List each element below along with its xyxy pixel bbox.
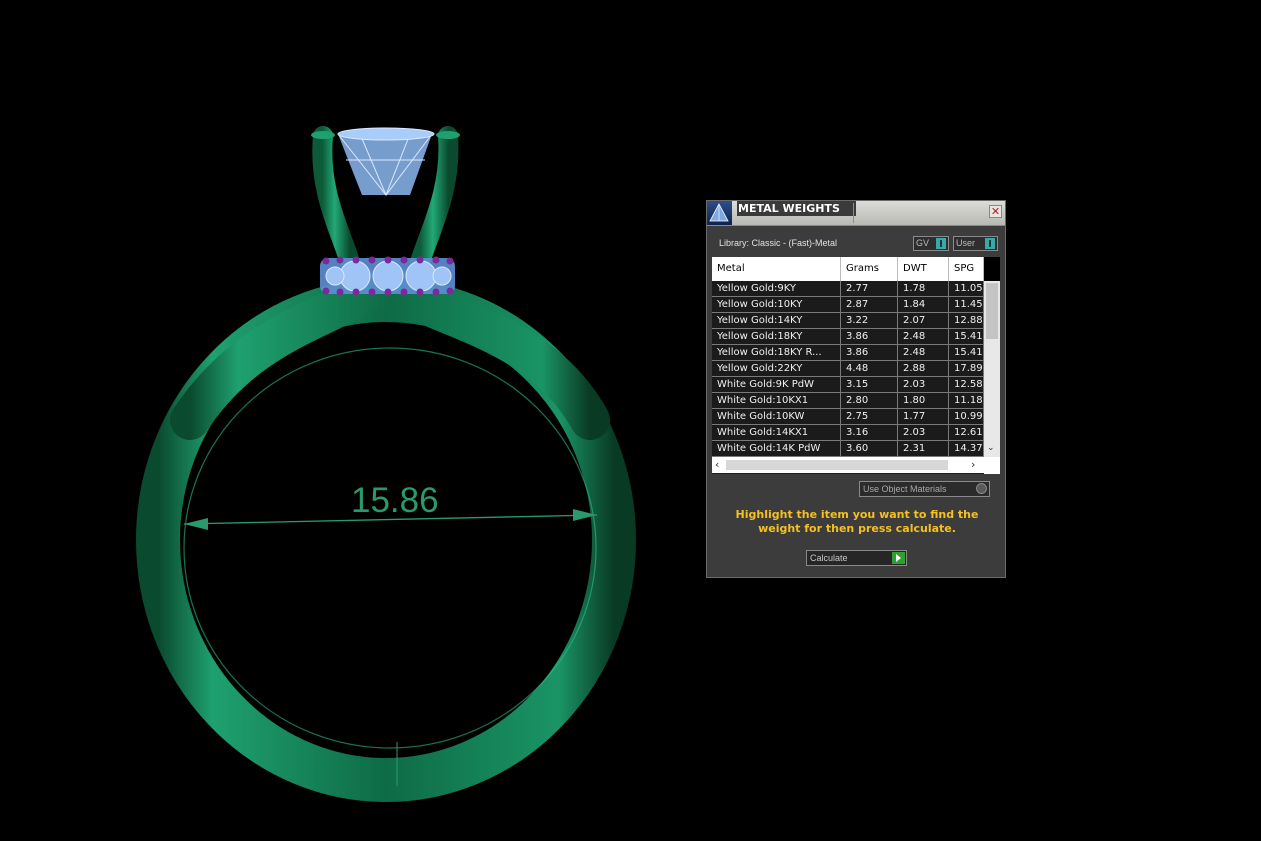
table-cell: 2.75 bbox=[841, 409, 898, 424]
table-row[interactable]: Yellow Gold:22KY 4.48 2.88 17.89 bbox=[712, 361, 984, 377]
table-row[interactable]: Yellow Gold:18KY R... 3.86 2.48 15.41 bbox=[712, 345, 984, 361]
play-icon bbox=[892, 552, 905, 564]
gv-toggle[interactable]: GV bbox=[913, 236, 949, 251]
ring-render bbox=[136, 126, 636, 802]
table-row[interactable]: Yellow Gold:9KY 2.77 1.78 11.05 bbox=[712, 281, 984, 297]
ring-shank bbox=[136, 270, 636, 802]
table-cell: 2.07 bbox=[898, 313, 949, 328]
table-cell: Yellow Gold:22KY bbox=[712, 361, 841, 376]
user-toggle[interactable]: User bbox=[953, 236, 998, 251]
table-cell: White Gold:14K PdW bbox=[712, 441, 841, 456]
table-cell: 2.48 bbox=[898, 345, 949, 360]
library-label: Library: Classic - (Fast)-Metal bbox=[719, 238, 838, 248]
table-cell: 11.05 bbox=[949, 281, 984, 296]
table-cell: 2.48 bbox=[898, 329, 949, 344]
table-cell: 3.22 bbox=[841, 313, 898, 328]
table-header: Metal Grams DWT SPG bbox=[712, 257, 984, 281]
use-object-materials-label: Use Object Materials bbox=[863, 484, 947, 494]
table-cell: 15.41 bbox=[949, 329, 984, 344]
table-cell: 3.16 bbox=[841, 425, 898, 440]
column-header-metal[interactable]: Metal bbox=[712, 257, 841, 281]
table-cell: 2.03 bbox=[898, 425, 949, 440]
table-cell: 2.88 bbox=[898, 361, 949, 376]
table-cell: 2.87 bbox=[841, 297, 898, 312]
accent-stone-band bbox=[320, 256, 455, 296]
vertical-scrollbar[interactable]: ⌄ bbox=[984, 281, 1000, 457]
table-cell: 2.31 bbox=[898, 441, 949, 456]
table-cell: 1.84 bbox=[898, 297, 949, 312]
table-cell: Yellow Gold:18KY R... bbox=[712, 345, 841, 360]
center-stone bbox=[337, 127, 435, 197]
column-header-grams[interactable]: Grams bbox=[841, 257, 898, 281]
column-header-spg[interactable]: SPG bbox=[949, 257, 984, 281]
table-cell: Yellow Gold:14KY bbox=[712, 313, 841, 328]
use-object-materials-option[interactable]: Use Object Materials bbox=[859, 481, 990, 497]
table-cell: 2.77 bbox=[841, 281, 898, 296]
header-corner bbox=[984, 257, 1000, 281]
table-cell: Yellow Gold:10KY bbox=[712, 297, 841, 312]
table-cell: 12.61 bbox=[949, 425, 984, 440]
vertical-scroll-thumb[interactable] bbox=[986, 283, 998, 339]
table-cell: White Gold:14KX1 bbox=[712, 425, 841, 440]
close-button[interactable]: ✕ bbox=[989, 205, 1002, 218]
3d-viewport[interactable]: 15.86 bbox=[0, 0, 1261, 837]
table-row[interactable]: White Gold:9K PdW 3.15 2.03 12.58 bbox=[712, 377, 984, 393]
gv-label: GV bbox=[916, 238, 930, 248]
scroll-left-icon[interactable]: ‹ bbox=[715, 459, 719, 470]
title-divider bbox=[853, 203, 854, 223]
table-cell: 12.58 bbox=[949, 377, 984, 392]
horizontal-scroll-thumb[interactable] bbox=[726, 460, 948, 470]
table-row[interactable]: Yellow Gold:10KY 2.87 1.84 11.45 bbox=[712, 297, 984, 313]
panel-titlebar[interactable]: METAL WEIGHTS ✕ bbox=[707, 201, 1005, 226]
column-header-dwt[interactable]: DWT bbox=[898, 257, 949, 281]
table-cell: 3.60 bbox=[841, 441, 898, 456]
table-cell: 4.48 bbox=[841, 361, 898, 376]
table-cell: 11.45 bbox=[949, 297, 984, 312]
table-cell: Yellow Gold:9KY bbox=[712, 281, 841, 296]
table-cell: 15.41 bbox=[949, 345, 984, 360]
table-row[interactable]: Yellow Gold:14KY 3.22 2.07 12.88 bbox=[712, 313, 984, 329]
dimension-value: 15.86 bbox=[351, 481, 439, 520]
horizontal-scrollbar[interactable]: ‹ › bbox=[712, 457, 984, 473]
table-cell: 17.89 bbox=[949, 361, 984, 376]
table-cell: White Gold:9K PdW bbox=[712, 377, 841, 392]
user-switch-icon bbox=[985, 238, 995, 249]
table-cell: 2.03 bbox=[898, 377, 949, 392]
table-row[interactable]: White Gold:10KX1 2.80 1.80 11.18 bbox=[712, 393, 984, 409]
table-row[interactable]: White Gold:10KW 2.75 1.77 10.99 bbox=[712, 409, 984, 425]
table-cell: 3.86 bbox=[841, 329, 898, 344]
table-cell: 3.86 bbox=[841, 345, 898, 360]
table-cell: 2.80 bbox=[841, 393, 898, 408]
gv-switch-icon bbox=[936, 238, 946, 249]
scroll-corner bbox=[984, 457, 1000, 474]
calculate-label: Calculate bbox=[810, 553, 848, 563]
table-row[interactable]: White Gold:14K PdW 3.60 2.31 14.37 bbox=[712, 441, 984, 457]
metal-weights-panel: METAL WEIGHTS ✕ Library: Classic - (Fast… bbox=[706, 200, 1006, 578]
table-cell: White Gold:10KW bbox=[712, 409, 841, 424]
close-icon: ✕ bbox=[990, 205, 1001, 218]
calculate-button[interactable]: Calculate bbox=[806, 550, 907, 566]
table-cell: 14.37 bbox=[949, 441, 984, 456]
table-row[interactable]: White Gold:14KX1 3.16 2.03 12.61 bbox=[712, 425, 984, 441]
table-cell: 10.99 bbox=[949, 409, 984, 424]
app-logo-icon bbox=[707, 201, 732, 225]
user-label: User bbox=[956, 238, 976, 248]
table-body: Yellow Gold:9KY 2.77 1.78 11.05 Yellow Gold:… bbox=[712, 281, 984, 457]
table-cell: 3.15 bbox=[841, 377, 898, 392]
table-cell: 12.88 bbox=[949, 313, 984, 328]
table-cell: 1.80 bbox=[898, 393, 949, 408]
table-row[interactable]: Yellow Gold:18KY 3.86 2.48 15.41 bbox=[712, 329, 984, 345]
scroll-down-icon[interactable]: ⌄ bbox=[987, 444, 995, 453]
instruction-text: Highlight the item you want to find the … bbox=[735, 508, 979, 535]
table-cell: 1.78 bbox=[898, 281, 949, 296]
panel-title: METAL WEIGHTS bbox=[737, 201, 856, 216]
scroll-right-icon[interactable]: › bbox=[971, 459, 975, 470]
table-cell: 1.77 bbox=[898, 409, 949, 424]
metal-table[interactable]: Metal Grams DWT SPG Yellow Gold:9KY 2.77 1… bbox=[712, 257, 1000, 474]
table-cell: White Gold:10KX1 bbox=[712, 393, 841, 408]
radio-icon[interactable] bbox=[976, 483, 987, 494]
table-cell: Yellow Gold:18KY bbox=[712, 329, 841, 344]
table-cell: 11.18 bbox=[949, 393, 984, 408]
